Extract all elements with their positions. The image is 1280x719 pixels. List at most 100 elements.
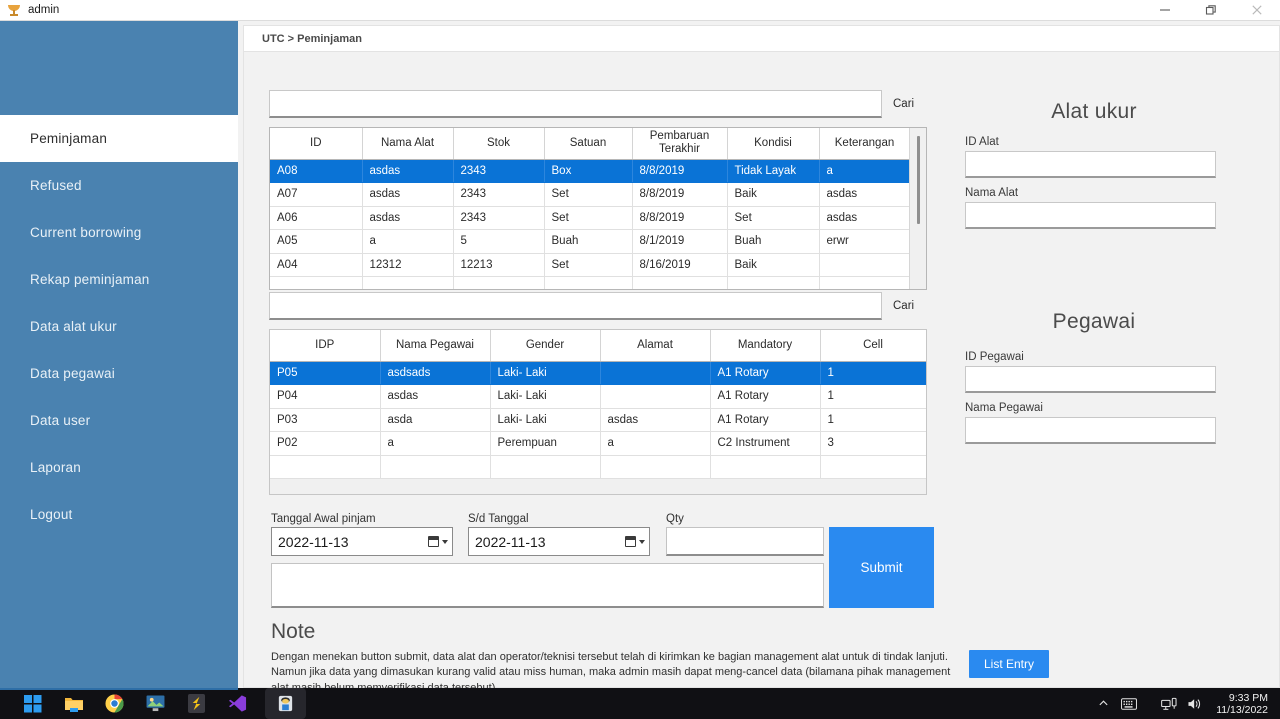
sidebar-item-rekap-peminjaman[interactable]: Rekap peminjaman	[0, 256, 238, 303]
table-row[interactable]: A07 asdas 2343 Set 8/8/2019 Baik asdas	[270, 182, 911, 207]
minimize-icon[interactable]	[1142, 0, 1188, 21]
sidebar-item-current-borrowing[interactable]: Current borrowing	[0, 209, 238, 256]
table-cell[interactable]	[600, 455, 711, 479]
table-cell[interactable]	[820, 455, 926, 479]
table-pegawai-col-5[interactable]: Cell	[820, 330, 926, 362]
table-cell[interactable]: Tidak Layak	[727, 159, 820, 183]
table-row[interactable]: A08 asdas 2343 Box 8/8/2019 Tidak Layak a	[270, 159, 911, 183]
table-cell[interactable]	[819, 253, 911, 277]
table-cell[interactable]: 2343	[453, 159, 545, 183]
table-row[interactable]: P04 asdas Laki- Laki A1 Rotary 1	[270, 384, 926, 409]
table-cell[interactable]: 8/16/2019	[632, 253, 728, 277]
table-cell[interactable]: A1 Rotary	[710, 361, 821, 385]
table-cell[interactable]: a	[362, 229, 454, 254]
end-date-controls[interactable]	[625, 536, 649, 547]
scrollbar-thumb[interactable]	[917, 136, 920, 224]
table-cell[interactable]: Set	[544, 206, 633, 230]
table-cell[interactable]	[600, 361, 711, 385]
sidebar-item-data-alat-ukur[interactable]: Data alat ukur	[0, 303, 238, 350]
table-cell[interactable]	[632, 276, 728, 289]
windows-start-icon[interactable]	[12, 688, 53, 719]
table-pegawai-col-3[interactable]: Alamat	[600, 330, 711, 362]
table-cell[interactable]: Set	[544, 182, 633, 207]
nama-pegawai-input[interactable]	[965, 417, 1216, 444]
vscode-icon[interactable]	[217, 688, 258, 719]
table-cell[interactable]: A04	[270, 253, 363, 277]
table-row[interactable]: A04 12312 12213 Set 8/16/2019 Baik	[270, 253, 911, 277]
table-cell[interactable]	[380, 455, 491, 479]
close-icon[interactable]	[1234, 0, 1280, 21]
list-entry-button[interactable]: List Entry	[969, 650, 1049, 678]
table-alat-col-3[interactable]: Satuan	[544, 128, 633, 160]
table-cell[interactable]: 8/1/2019	[632, 229, 728, 254]
table-alat-col-5[interactable]: Kondisi	[727, 128, 820, 160]
start-date-controls[interactable]	[428, 536, 452, 547]
sidebar-item-peminjaman[interactable]: Peminjaman	[0, 115, 238, 162]
table-cell[interactable]: 8/8/2019	[632, 182, 728, 207]
photos-icon[interactable]	[135, 688, 176, 719]
table-cell[interactable]: P03	[270, 408, 381, 432]
table-cell[interactable]	[270, 276, 363, 289]
table-cell[interactable]: A08	[270, 159, 363, 183]
table-cell[interactable]: Baik	[727, 253, 820, 277]
table-cell[interactable]	[453, 276, 545, 289]
chrome-icon[interactable]	[94, 688, 135, 719]
table-alat-scrollbar[interactable]	[909, 128, 926, 289]
table-cell[interactable]: 1	[820, 408, 926, 432]
table-pegawai[interactable]: IDP Nama Pegawai Gender Alamat Mandatory Cell…	[269, 329, 927, 495]
table-alat-col-4[interactable]: Pembaruan Terakhir	[632, 128, 728, 160]
table-cell[interactable]: asdas	[819, 182, 911, 207]
table-cell[interactable]	[362, 276, 454, 289]
table-cell[interactable]: A1 Rotary	[710, 408, 821, 432]
table-cell[interactable]: Buah	[544, 229, 633, 254]
table-alat-col-0[interactable]: ID	[270, 128, 363, 160]
taskbar-clock[interactable]: 9:33 PM 11/13/2022	[1208, 692, 1274, 716]
restore-icon[interactable]	[1188, 0, 1234, 21]
sidebar-item-data-pegawai[interactable]: Data pegawai	[0, 350, 238, 397]
id-pegawai-input[interactable]	[965, 366, 1216, 393]
nama-alat-input[interactable]	[965, 202, 1216, 229]
table-cell[interactable]: A1 Rotary	[710, 384, 821, 409]
table-cell[interactable]: a	[380, 431, 491, 456]
table-pegawai-col-0[interactable]: IDP	[270, 330, 381, 362]
table-cell[interactable]: 2343	[453, 206, 545, 230]
table-cell[interactable]	[819, 276, 911, 289]
network-icon[interactable]	[1156, 688, 1182, 719]
table-cell[interactable]: 8/8/2019	[632, 159, 728, 183]
app-window-icon[interactable]	[265, 688, 306, 719]
notes-textarea[interactable]	[271, 563, 824, 608]
table-cell[interactable]: Perempuan	[490, 431, 601, 456]
table-cell[interactable]: A06	[270, 206, 363, 230]
qty-input[interactable]	[666, 527, 824, 556]
table-alat-col-1[interactable]: Nama Alat	[362, 128, 454, 160]
table-cell[interactable]: 12312	[362, 253, 454, 277]
table-cell[interactable]: Baik	[727, 182, 820, 207]
sidebar-item-data-user[interactable]: Data user	[0, 397, 238, 444]
table-cell[interactable]: C2 Instrument	[710, 431, 821, 456]
table-cell[interactable]	[727, 276, 820, 289]
table-cell[interactable]	[490, 455, 601, 479]
table-row[interactable]: P05 asdsads Laki- Laki A1 Rotary 1	[270, 361, 926, 385]
table-row[interactable]: P03 asda Laki- Laki asdas A1 Rotary 1	[270, 408, 926, 432]
table-cell[interactable]: A05	[270, 229, 363, 254]
table-row[interactable]	[270, 455, 926, 479]
table-cell[interactable]: Laki- Laki	[490, 384, 601, 409]
table-row[interactable]: A05 a 5 Buah 8/1/2019 Buah erwr	[270, 229, 911, 254]
table-cell[interactable]: asdsads	[380, 361, 491, 385]
sidebar-item-laporan[interactable]: Laporan	[0, 444, 238, 491]
table-cell[interactable]: Set	[544, 253, 633, 277]
table-cell[interactable]: Laki- Laki	[490, 361, 601, 385]
table-cell[interactable]: asdas	[362, 182, 454, 207]
table-cell[interactable]: asdas	[362, 206, 454, 230]
volume-icon[interactable]	[1182, 688, 1208, 719]
table-cell[interactable]: asdas	[819, 206, 911, 230]
search-alat-input[interactable]	[269, 90, 882, 118]
table-cell[interactable]: asda	[380, 408, 491, 432]
table-cell[interactable]: 1	[820, 384, 926, 409]
submit-button[interactable]: Submit	[829, 527, 934, 608]
table-cell[interactable]: P04	[270, 384, 381, 409]
table-cell[interactable]: Buah	[727, 229, 820, 254]
table-cell[interactable]: P02	[270, 431, 381, 456]
chevron-up-icon[interactable]	[1090, 688, 1116, 719]
file-explorer-icon[interactable]	[53, 688, 94, 719]
